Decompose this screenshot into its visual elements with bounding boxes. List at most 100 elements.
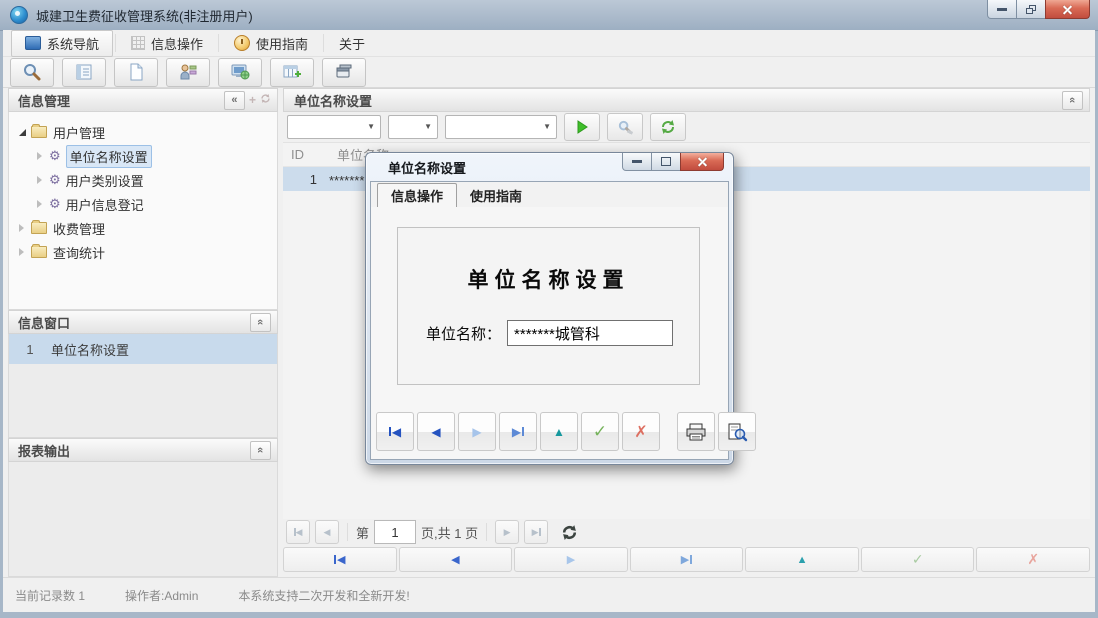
record-last-button[interactable]: ▶ — [630, 547, 744, 572]
folder-icon — [31, 246, 47, 258]
collapse-up-button[interactable]: « — [250, 441, 271, 460]
status-bar: 当前记录数 1 操作者:Admin 本系统支持二次开发和全新开发! — [3, 577, 1095, 612]
toolbar-document-button[interactable] — [114, 58, 158, 87]
grid-col-id[interactable]: ID — [283, 147, 325, 162]
tab-info-operation[interactable]: 信息操作 — [377, 183, 457, 208]
filter-advanced-search-button[interactable] — [607, 113, 643, 141]
filter-value-combo[interactable]: ▼ — [445, 115, 557, 139]
expand-open-icon[interactable] — [19, 129, 26, 136]
page-number-input[interactable] — [374, 520, 416, 544]
record-confirm-button[interactable]: ✓ — [861, 547, 975, 572]
dialog-maximize-button[interactable] — [651, 153, 681, 171]
maximize-icon — [661, 157, 671, 166]
record-first-button[interactable]: ◀ — [283, 547, 397, 572]
tree-item-label: 单位名称设置 — [66, 145, 152, 168]
folder-icon — [31, 126, 47, 138]
minimize-button[interactable] — [987, 0, 1017, 19]
content-title: 单位名称设置 — [294, 91, 372, 110]
dialog-print-preview-button[interactable] — [718, 412, 756, 451]
sidebar: 信息管理 « + 用户管理 ⚙ 单位名称设置 — [8, 88, 278, 577]
record-edit-button[interactable]: ▲ — [745, 547, 859, 572]
expand-closed-icon[interactable] — [37, 176, 42, 184]
page-first-button[interactable]: ◀ — [286, 520, 310, 544]
menu-item-about[interactable]: 关于 — [326, 31, 378, 56]
menu-item-info-operation[interactable]: 信息操作 — [118, 31, 216, 56]
dialog-close-button[interactable] — [680, 153, 724, 171]
collapse-left-button[interactable]: « — [224, 91, 245, 110]
tree-panel: 用户管理 ⚙ 单位名称设置 ⚙ 用户类别设置 ⚙ 用户信息登记 — [8, 112, 278, 310]
record-next-button[interactable]: ▶ — [514, 547, 628, 572]
dialog-confirm-button[interactable]: ✓ — [581, 412, 619, 451]
unit-name-label: 单位名称： — [426, 323, 501, 344]
dialog-print-button[interactable] — [677, 412, 715, 451]
dialog-first-button[interactable]: ◀ — [376, 412, 414, 451]
tree-item-user-info-register[interactable]: ⚙ 用户信息登记 — [9, 192, 277, 216]
dialog-cancel-button[interactable]: ✗ — [622, 412, 660, 451]
prev-record-icon: ◀ — [451, 553, 459, 566]
chevron-down-icon: ▼ — [424, 122, 432, 131]
dialog-last-button[interactable]: ▶ — [499, 412, 537, 451]
tab-user-guide[interactable]: 使用指南 — [457, 183, 535, 207]
toolbar-monitor-button[interactable] — [218, 58, 262, 87]
chevron-down-icon: ▼ — [543, 122, 551, 131]
refresh-icon — [660, 119, 676, 135]
expand-closed-icon[interactable] — [37, 200, 42, 208]
title-bar: 城建卫生费征收管理系统(非注册用户) — [0, 0, 1098, 31]
toolbar-user-settings-button[interactable] — [166, 58, 210, 87]
menu-item-system-nav[interactable]: 系统导航 — [11, 30, 113, 57]
tree-item-fee-management[interactable]: 收费管理 — [9, 216, 277, 240]
status-record-count: 当前记录数 1 — [15, 587, 85, 604]
dialog-minimize-button[interactable] — [622, 153, 652, 171]
edit-up-icon: ▲ — [797, 554, 808, 566]
next-page-icon: ▶ — [504, 527, 511, 538]
pager-refresh-button[interactable] — [561, 524, 578, 541]
record-cancel-button[interactable]: ✗ — [976, 547, 1090, 572]
menu-separator — [115, 34, 116, 52]
edit-up-icon: ▲ — [553, 425, 565, 439]
collapse-up-button[interactable]: « — [250, 313, 271, 332]
toolbar-window-stack-button[interactable] — [322, 58, 366, 87]
collapse-up-button[interactable]: « — [1062, 91, 1083, 110]
page-last-button[interactable]: ▶ — [524, 520, 548, 544]
panel-header-info-window: 信息窗口 « — [8, 310, 278, 334]
form-list-icon — [74, 62, 94, 82]
tree-item-user-category-setting[interactable]: ⚙ 用户类别设置 — [9, 168, 277, 192]
play-icon — [574, 119, 590, 135]
unit-name-input[interactable] — [507, 320, 673, 346]
filter-field-combo[interactable]: ▼ — [287, 115, 381, 139]
info-window-row[interactable]: 1 单位名称设置 — [9, 334, 277, 364]
unit-name-dialog: 单位名称设置 信息操作 使用指南 单位名称设置 单位名称： ◀ ◀ ▶ ▶ — [365, 152, 734, 465]
search-edit-icon — [617, 119, 634, 136]
check-icon: ✓ — [593, 422, 607, 442]
tree-item-unit-name-setting[interactable]: ⚙ 单位名称设置 — [9, 144, 277, 168]
filter-refresh-button[interactable] — [650, 113, 686, 141]
dialog-next-button[interactable]: ▶ — [458, 412, 496, 451]
printer-icon — [685, 422, 707, 442]
filter-operator-combo[interactable]: ▼ — [388, 115, 438, 139]
page-next-button[interactable]: ▶ — [495, 520, 519, 544]
expand-closed-icon[interactable] — [19, 248, 24, 256]
expand-closed-icon[interactable] — [19, 224, 24, 232]
close-icon — [697, 156, 708, 167]
toolbar-search-button[interactable] — [10, 58, 54, 87]
toolbar-table-add-button[interactable] — [270, 58, 314, 87]
bar-icon — [389, 427, 391, 436]
record-nav-bar: ◀ ◀ ▶ ▶ ▲ ✓ ✗ — [283, 547, 1090, 572]
record-prev-button[interactable]: ◀ — [399, 547, 513, 572]
dialog-prev-button[interactable]: ◀ — [417, 412, 455, 451]
toolbar-form-button[interactable] — [62, 58, 106, 87]
close-button[interactable] — [1045, 0, 1090, 19]
tree-item-query-statistics[interactable]: 查询统计 — [9, 240, 277, 264]
row-index: 1 — [9, 342, 51, 357]
content-header: 单位名称设置 « — [283, 88, 1090, 112]
tree-item-user-management[interactable]: 用户管理 — [9, 120, 277, 144]
restore-button[interactable] — [1016, 0, 1046, 19]
menu-item-user-guide[interactable]: 使用指南 — [221, 31, 321, 56]
page-prev-button[interactable]: ◀ — [315, 520, 339, 544]
pin-add-icon: + — [249, 93, 256, 107]
filter-run-button[interactable] — [564, 113, 600, 141]
expand-closed-icon[interactable] — [37, 152, 42, 160]
bar-icon — [522, 427, 524, 436]
tab-label: 使用指南 — [470, 186, 522, 205]
dialog-edit-button[interactable]: ▲ — [540, 412, 578, 451]
